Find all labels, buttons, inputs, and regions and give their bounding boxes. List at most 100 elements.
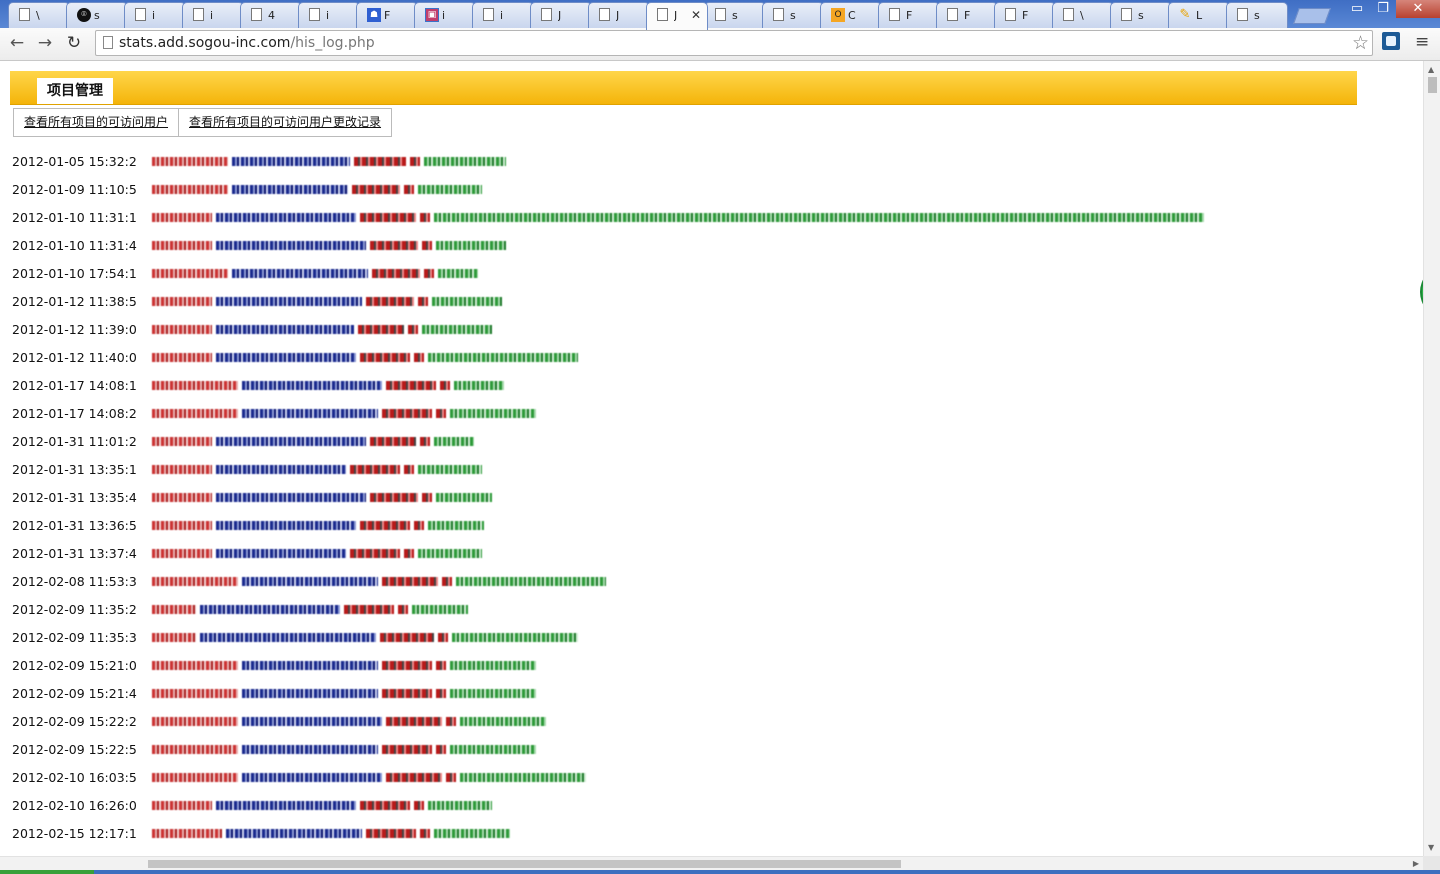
github-favicon-icon: ⌾ — [77, 8, 91, 22]
obscured-text-segment — [380, 632, 434, 642]
page-favicon-icon — [657, 8, 668, 21]
browser-tab[interactable]: OC — [820, 2, 882, 28]
close-tab-icon[interactable]: ✕ — [691, 8, 701, 22]
browser-tab[interactable]: i — [472, 2, 534, 28]
log-timestamp: 2012-01-17 14:08:1 — [12, 377, 137, 393]
scroll-down-arrow-icon[interactable]: ▼ — [1428, 843, 1434, 852]
browser-tab[interactable]: F — [994, 2, 1056, 28]
scroll-up-arrow-icon[interactable]: ▲ — [1428, 65, 1434, 74]
obscured-text-segment — [382, 660, 432, 670]
obscured-text-segment — [152, 324, 212, 334]
project-management-tab[interactable]: 项目管理 — [37, 78, 113, 104]
browser-tab[interactable]: F — [878, 2, 940, 28]
browser-tab[interactable]: J — [588, 2, 650, 28]
browser-tab[interactable]: \ — [8, 2, 70, 28]
forward-button[interactable]: → — [34, 32, 56, 54]
obscured-text-segment — [216, 212, 356, 222]
browser-tab[interactable]: i — [182, 2, 244, 28]
obscured-text-segment — [370, 436, 416, 446]
menu-icon[interactable]: ≡ — [1415, 32, 1429, 52]
scroll-right-arrow-icon[interactable]: ▶ — [1413, 857, 1419, 871]
browser-tab[interactable]: s — [762, 2, 824, 28]
browser-toolbar: ← → ↻ stats.add.sogou-inc.com/his_log.ph… — [0, 28, 1440, 61]
vertical-scrollbar[interactable]: ▲ ▼ — [1423, 61, 1440, 856]
obscured-text-segment — [414, 352, 424, 362]
restore-button[interactable]: ❐ — [1370, 0, 1396, 18]
browser-tab[interactable]: J — [530, 2, 592, 28]
obscured-text-segment — [242, 660, 378, 670]
browser-tab[interactable]: ☗ F — [356, 2, 418, 28]
log-entry-row: 2012-01-05 15:32:2 — [12, 147, 1208, 175]
obscured-text-segment — [420, 436, 430, 446]
browser-tab[interactable]: s — [1226, 2, 1288, 28]
tab-title: s — [1254, 9, 1260, 22]
log-entry-row: 2012-02-09 11:35:3 — [12, 623, 1208, 651]
obscured-text-segment — [152, 268, 228, 278]
page-favicon-icon — [889, 8, 900, 21]
obscured-log-details — [152, 380, 508, 390]
page-favicon-icon — [309, 8, 320, 21]
obscured-text-segment — [360, 352, 410, 362]
obscured-text-segment — [450, 688, 536, 698]
browser-tab[interactable]: s — [1110, 2, 1172, 28]
browser-tab[interactable]: 4 — [240, 2, 302, 28]
horizontal-scroll-thumb[interactable] — [148, 860, 901, 868]
vertical-scroll-thumb[interactable] — [1428, 77, 1437, 93]
log-entry-row: 2012-02-08 11:53:3 — [12, 567, 1208, 595]
tab-active[interactable]: J ✕ — [646, 2, 708, 30]
close-window-button[interactable]: ✕ — [1396, 0, 1440, 18]
obscured-text-segment — [200, 604, 340, 614]
obscured-text-segment — [152, 464, 212, 474]
log-entry-row: 2012-02-15 15:46:1 — [12, 847, 1208, 857]
page-icon — [103, 36, 113, 49]
obscured-text-segment — [216, 240, 366, 250]
log-timestamp: 2012-02-10 16:03:5 — [12, 769, 137, 785]
tab-title: F — [384, 9, 391, 22]
reload-icon: ↻ — [66, 33, 82, 53]
browser-tab[interactable]: i — [298, 2, 360, 28]
browser-tab[interactable]: i — [124, 2, 186, 28]
log-timestamp: 2012-01-31 13:35:1 — [12, 461, 137, 477]
taskbar-strip — [0, 870, 1440, 874]
change-log-list: 2012-01-05 15:32:2 2012-01-09 11:10:5 2012… — [12, 147, 1208, 856]
obscured-text-segment — [366, 828, 416, 838]
bookmark-star-icon[interactable]: ☆ — [1352, 32, 1369, 54]
view-user-changes-link[interactable]: 查看所有项目的可访问用户更改记录 — [178, 109, 391, 136]
obscured-text-segment — [152, 156, 228, 166]
browser-tab[interactable]: ▣ i — [414, 2, 476, 28]
extension-icon[interactable] — [1382, 32, 1400, 50]
obscured-text-segment — [152, 576, 238, 586]
back-button[interactable]: ← — [6, 32, 28, 54]
minimize-button[interactable]: ▭ — [1344, 0, 1370, 18]
log-entry-row: 2012-01-12 11:39:0 — [12, 315, 1208, 343]
obscured-text-segment — [152, 492, 212, 502]
obscured-text-segment — [412, 604, 468, 614]
obscured-text-segment — [404, 548, 414, 558]
address-bar[interactable]: stats.add.sogou-inc.com/his_log.php ☆ — [95, 30, 1373, 56]
tab-title: J — [616, 9, 620, 22]
obscured-text-segment — [422, 492, 432, 502]
start-button[interactable] — [0, 870, 94, 874]
browser-tab[interactable]: F — [936, 2, 998, 28]
obscured-log-details — [152, 268, 482, 278]
obscured-text-segment — [350, 548, 400, 558]
obscured-text-segment — [450, 660, 536, 670]
view-users-link[interactable]: 查看所有项目的可访问用户 — [14, 109, 178, 136]
obscured-text-segment — [420, 828, 430, 838]
log-timestamp: 2012-02-09 11:35:2 — [12, 601, 137, 617]
log-timestamp: 2012-02-09 11:35:3 — [12, 629, 137, 645]
obscured-text-segment — [434, 436, 474, 446]
browser-tab[interactable]: \ — [1052, 2, 1114, 28]
obscured-log-details — [152, 464, 486, 474]
reload-button[interactable]: ↻ — [63, 32, 85, 54]
obscured-text-segment — [434, 212, 1204, 222]
page-viewport: 项目管理 查看所有项目的可访问用户 查看所有项目的可访问用户更改记录 2012-… — [0, 61, 1423, 856]
obscured-text-segment — [216, 464, 346, 474]
new-tab-button[interactable] — [1293, 8, 1331, 24]
browser-tab[interactable]: ⌾ s — [66, 2, 128, 28]
browser-tab[interactable]: ✎ L — [1168, 2, 1230, 28]
browser-tab[interactable]: s — [704, 2, 766, 28]
horizontal-scrollbar[interactable]: ▶ — [0, 856, 1423, 870]
obscured-text-segment — [460, 716, 546, 726]
page-favicon-icon — [19, 8, 30, 21]
